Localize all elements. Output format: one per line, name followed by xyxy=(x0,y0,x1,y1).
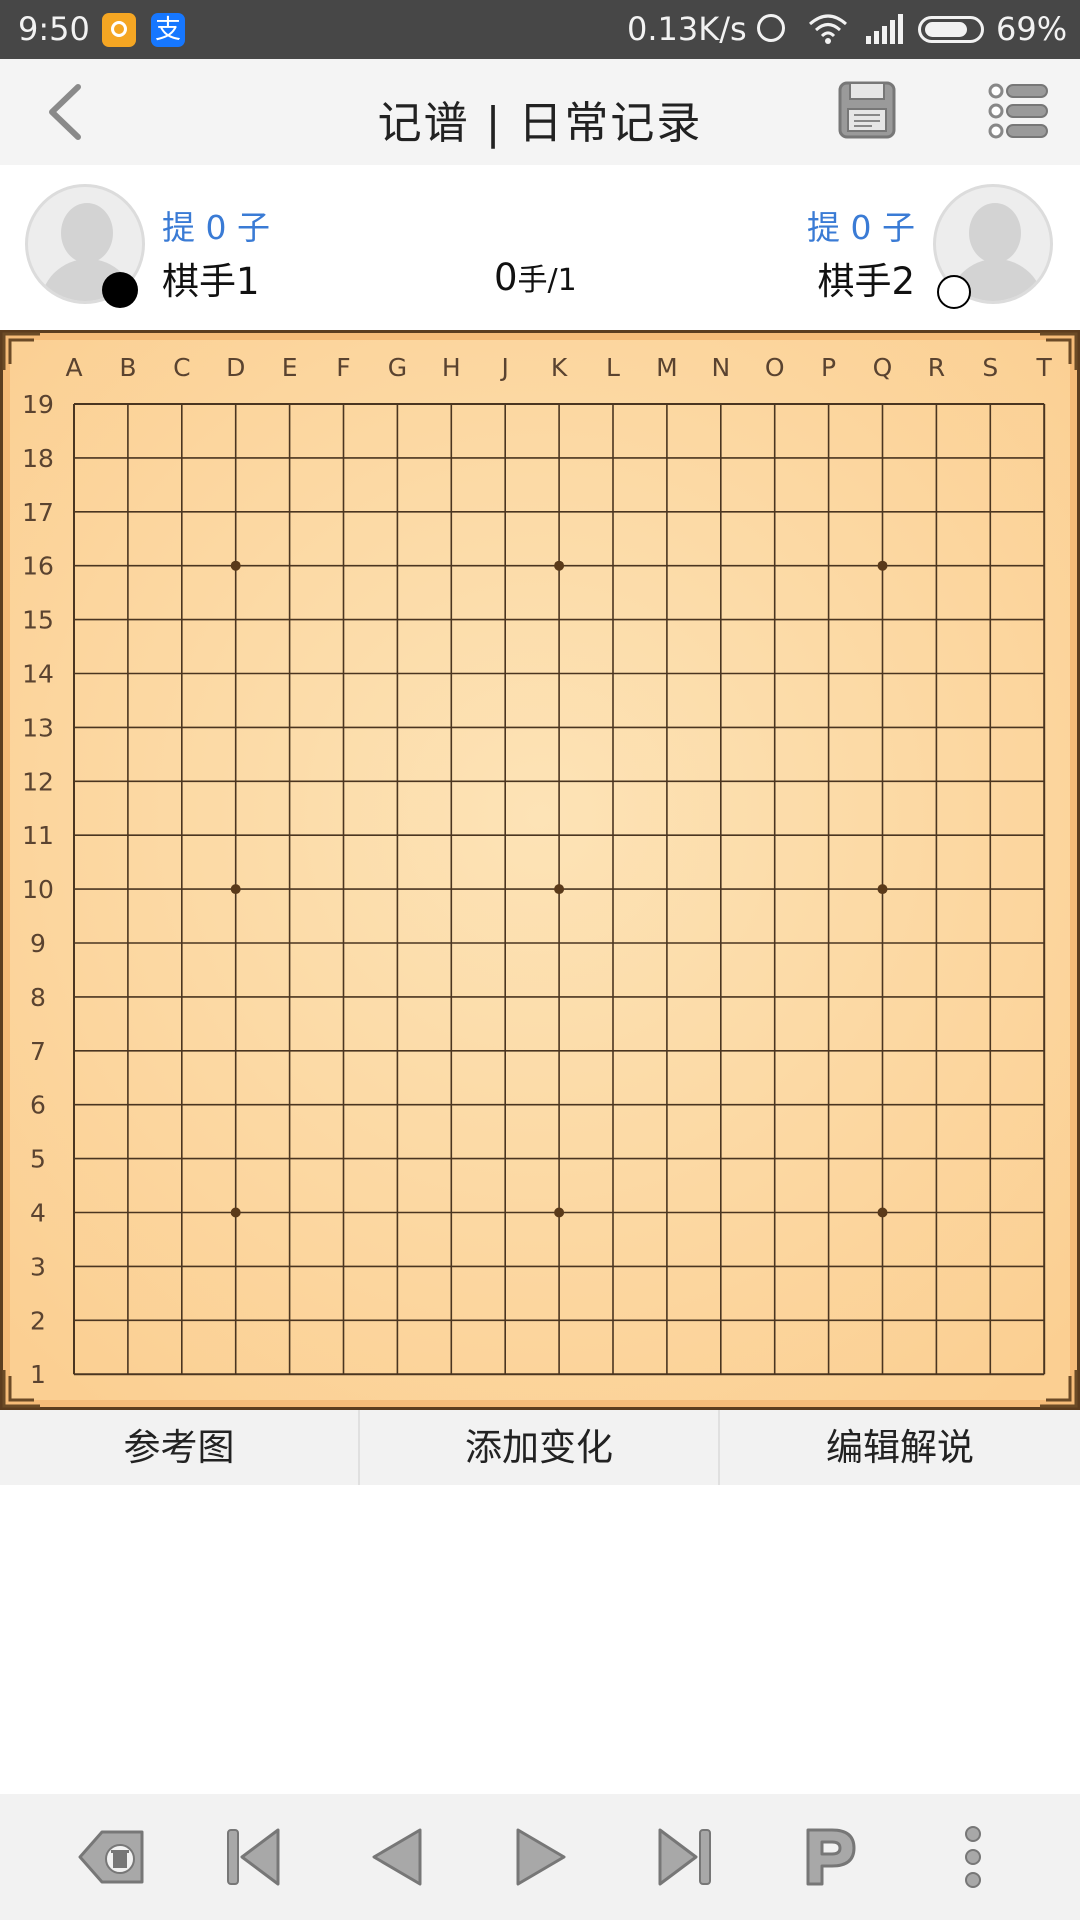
battery-icon xyxy=(918,16,984,43)
list-menu-icon[interactable] xyxy=(988,81,1050,141)
player2-name[interactable]: 棋手2 xyxy=(817,251,915,305)
white-stone-indicator xyxy=(937,275,971,309)
comment-area xyxy=(0,1485,1080,1794)
bottom-toolbar xyxy=(0,1794,1080,1920)
board-row-label: 15 xyxy=(22,606,54,635)
board-column-label: N xyxy=(711,353,730,382)
wifi-icon xyxy=(809,14,847,44)
network-speed: 0.13K/s xyxy=(627,10,747,48)
board-row-label: 13 xyxy=(22,713,54,742)
header-bar: 记谱 | 日常记录 xyxy=(0,59,1080,165)
alarm-icon xyxy=(757,14,785,42)
last-move-icon[interactable] xyxy=(652,1824,718,1890)
star-point xyxy=(877,560,888,571)
player2-captures: 提 0 子 xyxy=(807,208,915,247)
board-row-label: 5 xyxy=(30,1145,46,1174)
board-column-label: S xyxy=(982,353,998,382)
app-notification-icon xyxy=(102,13,136,47)
black-stone-indicator xyxy=(102,272,138,308)
go-board[interactable]: ABCDEFGHJKLMNOPQRST 19 18 17 16 15 14 13 12 11 10… xyxy=(0,330,1080,1410)
move-count: 0 xyxy=(494,256,518,299)
board-column-label: B xyxy=(119,353,136,382)
star-point xyxy=(230,560,241,571)
move-unit: 手/1 xyxy=(517,263,577,298)
board-row-label: 6 xyxy=(30,1091,46,1120)
go-board-svg[interactable]: ABCDEFGHJKLMNOPQRST 19181716151413121110… xyxy=(0,330,1080,1410)
board-row-label: 11 xyxy=(22,821,54,850)
reference-diagram-tab[interactable]: 参考图 xyxy=(0,1410,358,1485)
board-column-label: C xyxy=(173,353,190,382)
alipay-notification-icon: 支 xyxy=(151,13,185,47)
more-options-icon[interactable] xyxy=(940,1824,1006,1890)
board-column-label: L xyxy=(606,353,620,382)
board-column-label: O xyxy=(765,353,785,382)
floppy-save-icon[interactable] xyxy=(836,79,898,141)
move-counter: 0手/1 xyxy=(494,255,577,299)
page-title: 记谱 | 日常记录 xyxy=(377,98,703,149)
board-row-label: 8 xyxy=(30,983,46,1012)
board-row-label: 3 xyxy=(30,1252,46,1281)
players-panel: 提 0 子 棋手1 0手/1 提 0 子 棋手2 xyxy=(0,165,1080,330)
board-row-label: 12 xyxy=(22,767,54,796)
star-point xyxy=(230,884,241,895)
star-point xyxy=(877,1207,888,1218)
board-row-label: 18 xyxy=(22,444,54,473)
star-point xyxy=(230,1207,241,1218)
edit-comment-tab[interactable]: 编辑解说 xyxy=(720,1410,1080,1485)
player1-name[interactable]: 棋手1 xyxy=(162,251,260,305)
action-tabs: 参考图 添加变化 编辑解说 xyxy=(0,1410,1080,1485)
board-column-label: A xyxy=(65,353,82,382)
board-row-label: 10 xyxy=(22,875,54,904)
board-row-label: 4 xyxy=(30,1199,46,1228)
board-column-label: T xyxy=(1036,353,1053,382)
board-row-label: 9 xyxy=(30,929,46,958)
star-point xyxy=(554,1207,565,1218)
pass-icon[interactable] xyxy=(796,1824,862,1890)
board-column-label: D xyxy=(226,353,245,382)
board-column-label: G xyxy=(388,353,407,382)
next-move-icon[interactable] xyxy=(508,1824,574,1890)
board-column-label: H xyxy=(442,353,461,382)
undo-delete-icon[interactable] xyxy=(76,1824,148,1890)
board-row-label: 7 xyxy=(30,1037,46,1066)
battery-percent: 69% xyxy=(996,10,1068,48)
board-column-label: Q xyxy=(873,353,893,382)
board-column-label: K xyxy=(551,353,568,382)
star-point xyxy=(554,884,565,895)
board-row-label: 2 xyxy=(30,1306,46,1335)
board-row-label: 19 xyxy=(22,390,54,419)
first-move-icon[interactable] xyxy=(220,1824,286,1890)
player1-captures: 提 0 子 xyxy=(162,208,270,247)
star-point xyxy=(554,560,565,571)
add-variation-tab[interactable]: 添加变化 xyxy=(360,1410,718,1485)
board-column-label: F xyxy=(336,353,350,382)
status-bar: 9:50 支 0.13K/s 69% xyxy=(0,0,1080,59)
board-column-label: E xyxy=(282,353,298,382)
board-column-label: J xyxy=(500,353,509,382)
prev-move-icon[interactable] xyxy=(364,1824,430,1890)
board-row-label: 14 xyxy=(22,660,54,689)
board-column-label: M xyxy=(656,353,678,382)
signal-icon xyxy=(866,14,903,44)
board-column-label: R xyxy=(928,353,945,382)
star-point xyxy=(877,884,888,895)
board-row-label: 1 xyxy=(30,1360,46,1389)
status-time: 9:50 xyxy=(18,10,90,48)
board-row-label: 16 xyxy=(22,552,54,581)
board-column-label: P xyxy=(821,353,836,382)
board-row-label: 17 xyxy=(22,498,54,527)
